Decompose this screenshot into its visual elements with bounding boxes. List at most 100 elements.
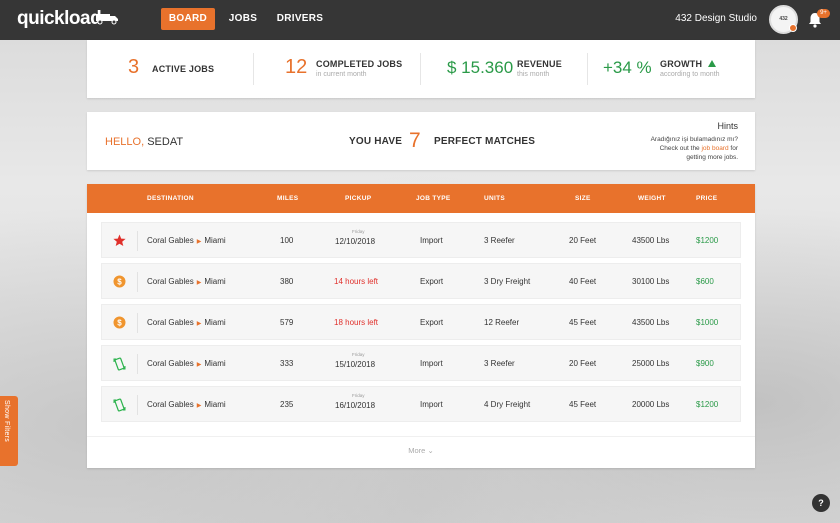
nav-jobs[interactable]: JOBS	[226, 8, 260, 30]
size: 20 Feet	[569, 359, 597, 368]
route-arrow-icon: ▶	[196, 362, 202, 368]
header-price[interactable]: PRICE	[696, 195, 717, 202]
pickup: 16/10/2018	[335, 401, 376, 410]
stat-completed-jobs: 12 COMPLETED JOBS in current month	[254, 40, 419, 98]
studio-name[interactable]: 432 Design Studio	[675, 13, 757, 24]
job-type: Import	[420, 236, 443, 245]
nav-board[interactable]: BOARD	[161, 8, 215, 30]
table-row[interactable]: $ Coral Gables ▶ Miami 579 18 hours left E…	[101, 304, 741, 340]
destination-city: Miami	[204, 236, 226, 245]
jobs-table: DESTINATION MILES PICKUP JOB TYPE UNITS …	[87, 184, 755, 468]
table-row[interactable]: Coral Gables ▶ Miami 235 Friday 16/10/2018…	[101, 386, 741, 422]
size: 20 Feet	[569, 236, 597, 245]
hints-line-2-post: for	[728, 145, 738, 152]
more-label: More	[408, 446, 426, 455]
miles: 235	[280, 400, 294, 409]
price: $1200	[696, 236, 719, 245]
revenue-value: $ 15.360	[447, 58, 514, 77]
top-navigation-bar: quickload BOARD JOBS DRIVERS 432 Design …	[0, 0, 840, 40]
price: $1000	[696, 318, 719, 327]
pickup: 12/10/2018	[335, 237, 376, 246]
row-separator	[137, 354, 138, 374]
miles: 579	[280, 318, 294, 327]
active-jobs-value: 3	[128, 56, 140, 78]
price: $900	[696, 359, 714, 368]
perfect-matches-count: 7	[409, 129, 421, 152]
growth-label: GROWTH	[660, 59, 703, 69]
header-pickup[interactable]: PICKUP	[345, 195, 371, 202]
destination: Coral Gables ▶ Miami	[147, 236, 226, 245]
star-icon[interactable]	[113, 234, 126, 247]
greeting: HELLO, SEDAT	[105, 136, 183, 148]
stats-card: 3 ACTIVE JOBS 12 COMPLETED JOBS in curre…	[87, 40, 755, 98]
dollar-coin-icon[interactable]: $	[113, 275, 126, 288]
hints-title: Hints	[717, 121, 738, 131]
destination: Coral Gables ▶ Miami	[147, 359, 226, 368]
table-row[interactable]: Coral Gables ▶ Miami 100 Friday 12/10/2018…	[101, 222, 741, 258]
quickload-logo[interactable]: quickload	[17, 8, 102, 30]
active-jobs-label: ACTIVE JOBS	[152, 64, 215, 74]
greeting-hello: HELLO,	[105, 136, 145, 148]
origin: Coral Gables	[147, 400, 194, 409]
destination-city: Miami	[204, 359, 226, 368]
job-type: Import	[420, 400, 443, 409]
header-weight[interactable]: WEIGHT	[638, 195, 666, 202]
units: 12 Reefer	[484, 318, 520, 327]
table-row[interactable]: $ Coral Gables ▶ Miami 380 14 hours left E…	[101, 263, 741, 299]
stat-revenue: $ 15.360 REVENUE this month	[421, 40, 586, 98]
route-arrow-icon: ▶	[196, 239, 202, 245]
mobile-rotate-icon[interactable]	[113, 398, 126, 412]
help-button[interactable]: ?	[812, 494, 830, 512]
size: 45 Feet	[569, 400, 597, 409]
job-type: Import	[420, 359, 443, 368]
miles: 333	[280, 359, 294, 368]
job-board-link[interactable]: job board	[701, 145, 728, 152]
greeting-name: SEDAT	[147, 136, 184, 148]
size: 40 Feet	[569, 277, 597, 286]
destination-city: Miami	[204, 400, 226, 409]
price: $1200	[696, 400, 719, 409]
route-arrow-icon: ▶	[196, 280, 202, 286]
completed-jobs-label: COMPLETED JOBS	[316, 59, 403, 69]
notification-badge: 9+	[817, 9, 830, 18]
route-arrow-icon: ▶	[196, 321, 202, 327]
nav-drivers[interactable]: DRIVERS	[276, 8, 324, 30]
pickup: 14 hours left	[334, 277, 379, 286]
destination: Coral Gables ▶ Miami	[147, 318, 226, 327]
units: 3 Dry Freight	[484, 277, 531, 286]
row-separator	[137, 272, 138, 292]
revenue-sub: this month	[517, 71, 550, 78]
perfect-matches-label: PERFECT MATCHES	[434, 136, 536, 147]
pickup-day: Friday	[352, 393, 365, 398]
pickup-day: Friday	[352, 229, 365, 234]
hints-body: Aradığınız işi bulamadınız mı? Check out…	[618, 135, 738, 162]
avatar-status-dot	[789, 24, 797, 32]
header-size[interactable]: SIZE	[575, 195, 591, 202]
show-filters-tab[interactable]: Show Filters	[0, 396, 18, 466]
weight: 30100 Lbs	[632, 277, 670, 286]
completed-jobs-value: 12	[285, 56, 308, 78]
dollar-coin-icon[interactable]: $	[113, 316, 126, 329]
hints-line-2: Check out the job board for	[618, 144, 738, 153]
revenue-label: REVENUE	[517, 59, 562, 69]
destination-city: Miami	[204, 318, 226, 327]
pickup: 18 hours left	[334, 318, 379, 327]
mobile-rotate-icon[interactable]	[113, 357, 126, 371]
units: 3 Reefer	[484, 236, 515, 245]
units: 3 Reefer	[484, 359, 515, 368]
pickup: 15/10/2018	[335, 360, 376, 369]
growth-sub: according to month	[660, 71, 720, 78]
header-units[interactable]: UNITS	[484, 195, 505, 202]
more-button[interactable]: More ⌄	[87, 446, 755, 455]
weight: 43500 Lbs	[632, 318, 670, 327]
chevron-down-icon: ⌄	[427, 446, 434, 455]
table-row[interactable]: Coral Gables ▶ Miami 333 Friday 15/10/2018…	[101, 345, 741, 381]
hints-line-2-pre: Check out the	[659, 145, 702, 152]
header-miles[interactable]: MILES	[277, 195, 298, 202]
header-job-type[interactable]: JOB TYPE	[416, 195, 451, 202]
price: $600	[696, 277, 714, 286]
header-destination[interactable]: DESTINATION	[147, 195, 194, 202]
completed-jobs-sub: in current month	[316, 71, 367, 78]
row-separator	[137, 313, 138, 333]
table-header: DESTINATION MILES PICKUP JOB TYPE UNITS …	[87, 184, 755, 213]
